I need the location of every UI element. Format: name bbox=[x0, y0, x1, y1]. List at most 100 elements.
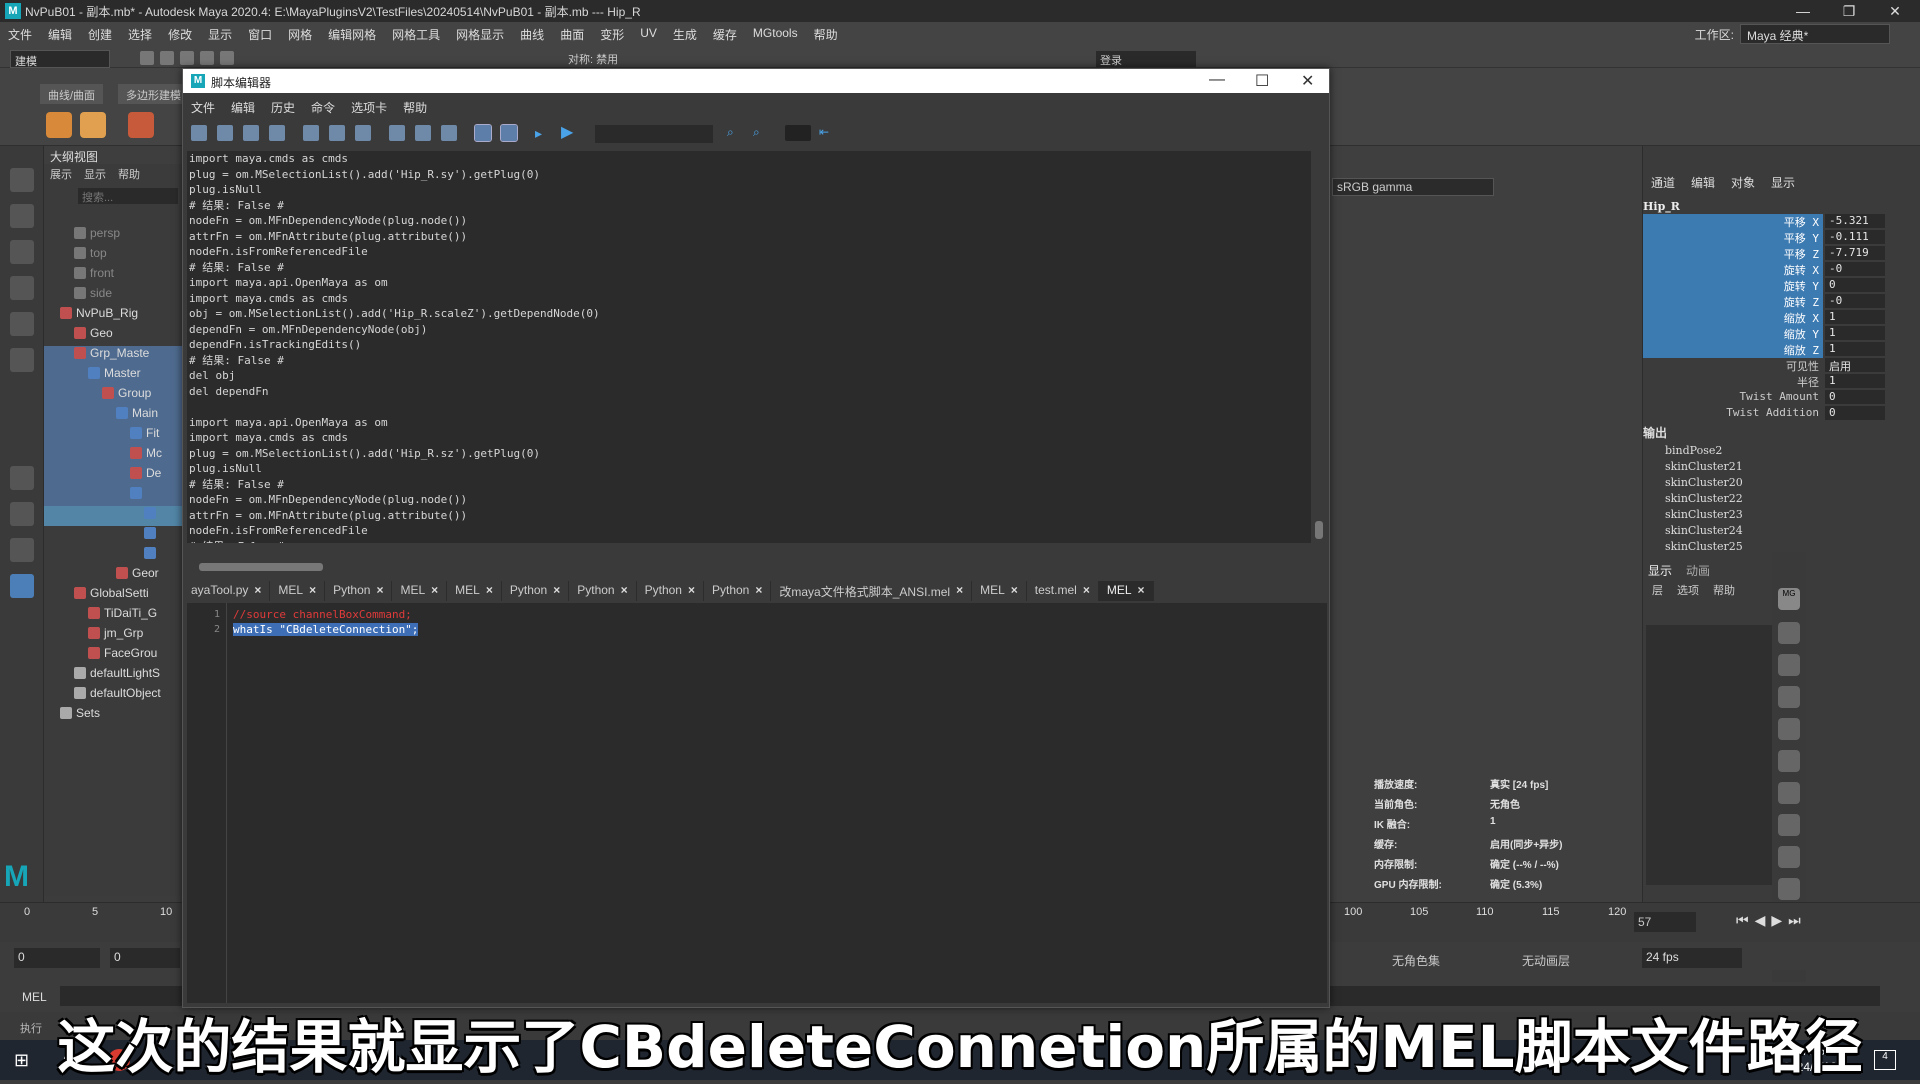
channel-row[interactable]: 缩放 Y1 bbox=[1643, 326, 1885, 342]
channel-value[interactable]: 1 bbox=[1825, 326, 1885, 340]
scroll-thumb[interactable] bbox=[199, 563, 323, 571]
workspace-selector[interactable]: 工作区: Maya 经典* bbox=[1695, 24, 1890, 44]
script-tab[interactable]: Python × bbox=[637, 581, 704, 601]
script-tab[interactable]: 改maya文件格式脚本_ANSI.mel × bbox=[771, 581, 973, 601]
channel-label[interactable]: 缩放 X bbox=[1643, 310, 1823, 326]
channel-menu-item[interactable]: 显示 bbox=[1771, 174, 1795, 191]
book-icon[interactable] bbox=[1778, 654, 1800, 676]
menu-item[interactable]: 窗口 bbox=[240, 26, 280, 43]
channel-value[interactable]: -0.111 bbox=[1825, 230, 1885, 244]
channel-row[interactable]: 缩放 Z1 bbox=[1643, 342, 1885, 358]
channel-label[interactable]: 平移 Y bbox=[1643, 230, 1823, 246]
rotate-tool-icon[interactable] bbox=[10, 312, 34, 336]
fps-dropdown[interactable]: 24 fps bbox=[1642, 948, 1742, 968]
search-next-icon[interactable]: ⌕ bbox=[753, 125, 769, 141]
se-menu-item[interactable]: 文件 bbox=[183, 99, 223, 117]
shelf-tab-poly[interactable]: 多边形建模 bbox=[118, 84, 189, 104]
channel-label[interactable]: 缩放 Z bbox=[1643, 342, 1823, 358]
outliner-menu-item[interactable]: 展示 bbox=[50, 166, 72, 182]
channel-menu-item[interactable]: 编辑 bbox=[1691, 174, 1715, 191]
outliner-row[interactable]: NvPuB_Rig bbox=[44, 306, 184, 326]
script-tab[interactable]: MEL × bbox=[1098, 581, 1154, 601]
close-tab-icon[interactable]: × bbox=[621, 583, 628, 599]
layer-menu-options[interactable]: 选项 bbox=[1677, 582, 1699, 598]
menu-item[interactable]: 显示 bbox=[200, 26, 240, 43]
script-tab[interactable]: Python × bbox=[569, 581, 637, 601]
menu-item[interactable]: 网格显示 bbox=[448, 26, 512, 43]
history-horizontal-scrollbar[interactable] bbox=[187, 561, 1311, 573]
outliner-menu-item[interactable]: 帮助 bbox=[118, 166, 140, 182]
execute-icon[interactable]: ▸ bbox=[535, 125, 551, 141]
channel-label[interactable]: 缩放 Y bbox=[1643, 326, 1823, 342]
undo-icon[interactable] bbox=[200, 51, 214, 65]
symmetry-label[interactable]: 对称: 禁用 bbox=[568, 51, 618, 67]
output-node[interactable]: skinCluster22 bbox=[1665, 492, 1743, 505]
playback-controls[interactable]: ⏮◀▶⏭ bbox=[1736, 912, 1807, 929]
channel-menu-item[interactable]: 对象 bbox=[1731, 174, 1755, 191]
close-tab-icon[interactable]: × bbox=[1083, 583, 1090, 599]
layout-two-icon[interactable] bbox=[10, 538, 34, 562]
outliner-row[interactable]: De bbox=[44, 466, 184, 486]
close-button[interactable]: ✕ bbox=[1872, 0, 1918, 22]
outliner-row[interactable]: Geo bbox=[44, 326, 184, 346]
close-tab-icon[interactable]: × bbox=[1138, 583, 1145, 599]
se-menu-item[interactable]: 编辑 bbox=[223, 99, 263, 117]
channel-row[interactable]: 平移 Z -7.719 bbox=[1643, 246, 1885, 262]
clear-history-icon[interactable] bbox=[303, 125, 319, 141]
viewport-panel[interactable] bbox=[1320, 146, 1642, 906]
script-tab[interactable]: Python × bbox=[704, 581, 772, 601]
outliner-row[interactable]: GlobalSetti bbox=[44, 586, 184, 606]
target-icon[interactable] bbox=[1778, 814, 1800, 836]
layer-menu-help[interactable]: 帮助 bbox=[1713, 582, 1735, 598]
layer-menu-layers[interactable]: 层 bbox=[1652, 582, 1663, 598]
se-minimize-button[interactable]: — bbox=[1209, 71, 1225, 89]
outliner-row[interactable]: Master bbox=[44, 366, 184, 386]
channel-row[interactable]: 旋转 X -0 bbox=[1643, 262, 1885, 278]
show-history-icon[interactable] bbox=[389, 125, 405, 141]
outliner-row[interactable]: Fit bbox=[44, 426, 184, 446]
menu-item[interactable]: 创建 bbox=[80, 26, 120, 43]
script-editor-titlebar[interactable]: M 脚本编辑器 — ☐ ✕ bbox=[183, 69, 1329, 93]
channel-value[interactable]: 0 bbox=[1825, 406, 1885, 420]
channel-label[interactable]: Twist Addition bbox=[1643, 406, 1823, 419]
layout-four-icon[interactable] bbox=[10, 502, 34, 526]
close-tab-icon[interactable]: × bbox=[553, 583, 560, 599]
menu-item[interactable]: 网格工具 bbox=[384, 26, 448, 43]
open-scene-icon[interactable] bbox=[160, 51, 174, 65]
clear-input-icon[interactable] bbox=[329, 125, 345, 141]
indent-icon[interactable]: ⇤ bbox=[819, 125, 835, 141]
lasso-tool-icon[interactable] bbox=[10, 204, 34, 228]
menu-item[interactable]: 变形 bbox=[592, 26, 632, 43]
echo-commands-icon[interactable] bbox=[474, 124, 492, 142]
move-tool-icon[interactable] bbox=[10, 276, 34, 300]
outliner-row[interactable]: Grp_Maste bbox=[44, 346, 184, 366]
channel-label[interactable]: 平移 X bbox=[1643, 214, 1823, 230]
outliner-row[interactable]: Group bbox=[44, 386, 184, 406]
anim-layer-dropdown[interactable]: 无动画层 bbox=[1522, 952, 1570, 969]
channel-row[interactable]: 平移 X -5.321 bbox=[1643, 214, 1885, 230]
range-start-field[interactable]: 0 bbox=[110, 948, 180, 968]
open-script-icon[interactable] bbox=[191, 125, 207, 141]
minimize-button[interactable]: — bbox=[1780, 0, 1826, 22]
channel-row[interactable]: 平移 Y -0.111 bbox=[1643, 230, 1885, 246]
select-tool-icon[interactable] bbox=[10, 168, 34, 192]
channel-label[interactable]: 旋转 Y bbox=[1643, 278, 1823, 294]
script-tab[interactable]: MEL × bbox=[447, 581, 502, 601]
sun-icon[interactable] bbox=[80, 112, 106, 138]
output-node[interactable]: skinCluster24 bbox=[1665, 524, 1743, 537]
channel-value[interactable]: 0 bbox=[1825, 390, 1885, 404]
outliner-row[interactable]: FaceGrou bbox=[44, 646, 184, 666]
outliner-row[interactable] bbox=[44, 546, 184, 566]
se-menu-item[interactable]: 帮助 bbox=[395, 99, 435, 117]
maximize-button[interactable]: ❐ bbox=[1826, 0, 1872, 22]
script-search-input[interactable] bbox=[595, 125, 713, 143]
anim-icon[interactable] bbox=[1778, 846, 1800, 868]
paint-tool-icon[interactable] bbox=[10, 240, 34, 264]
menu-item[interactable]: 修改 bbox=[160, 26, 200, 43]
channel-row[interactable]: 可见性 启用 bbox=[1643, 358, 1885, 373]
close-tab-icon[interactable]: × bbox=[486, 583, 493, 599]
close-tab-icon[interactable]: × bbox=[309, 583, 316, 599]
menu-item[interactable]: 帮助 bbox=[806, 26, 846, 43]
channel-row[interactable]: Twist Addition 0 bbox=[1643, 406, 1885, 421]
tab-animation[interactable]: 动画 bbox=[1686, 562, 1710, 579]
